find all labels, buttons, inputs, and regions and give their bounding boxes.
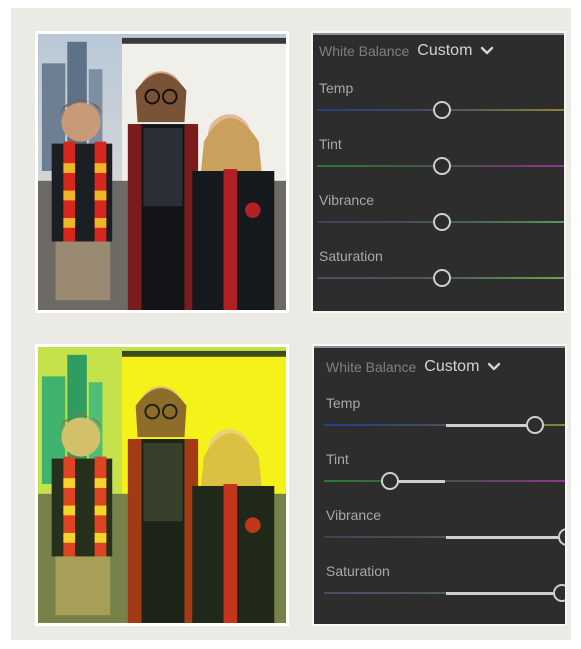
photo-original-image — [38, 34, 286, 310]
saturation-slider-fill — [445, 591, 563, 595]
saturation-slider[interactable] — [324, 584, 565, 602]
temp-slider[interactable] — [324, 416, 565, 434]
slider-label-saturation: Saturation — [326, 563, 390, 579]
photo-adjusted — [35, 344, 289, 626]
temp-slider[interactable] — [317, 101, 564, 119]
vibrance-slider-fill — [445, 535, 565, 539]
vibrance-slider-handle[interactable] — [558, 528, 565, 546]
tint-slider[interactable] — [324, 472, 565, 490]
slider-label-temp: Temp — [319, 80, 354, 96]
chevron-down-icon[interactable] — [480, 46, 494, 56]
white-balance-row[interactable]: White Balance Custom — [319, 42, 494, 60]
adjust-panel-after: White Balance Custom Temp Tint Vibrance … — [312, 344, 567, 626]
slider-label-vibrance: Vibrance — [319, 192, 375, 208]
comparison-canvas: White Balance Custom Temp Tint Vibrance … — [11, 8, 571, 640]
slider-label-tint: Tint — [319, 136, 342, 152]
slider-label-vibrance: Vibrance — [326, 507, 382, 523]
slider-label-temp: Temp — [326, 395, 361, 411]
tint-slider-handle[interactable] — [432, 157, 451, 175]
vibrance-slider[interactable] — [317, 213, 564, 231]
white-balance-label: White Balance — [326, 359, 417, 375]
chevron-down-icon[interactable] — [487, 362, 501, 372]
slider-label-tint: Tint — [326, 451, 349, 467]
photo-adjusted-image — [38, 347, 286, 623]
saturation-slider-handle[interactable] — [553, 584, 565, 602]
saturation-slider[interactable] — [317, 269, 564, 287]
white-balance-label: White Balance — [319, 43, 410, 59]
white-balance-dropdown[interactable]: Custom — [424, 358, 479, 376]
white-balance-dropdown[interactable]: Custom — [417, 42, 472, 60]
vibrance-slider-handle[interactable] — [432, 213, 451, 231]
slider-label-saturation: Saturation — [319, 248, 383, 264]
white-balance-row[interactable]: White Balance Custom — [326, 358, 501, 376]
tint-slider[interactable] — [317, 157, 564, 175]
vibrance-slider[interactable] — [324, 528, 565, 546]
saturation-slider-handle[interactable] — [432, 269, 451, 287]
adjust-panel-before: White Balance Custom Temp Tint Vibrance … — [311, 31, 566, 313]
photo-original — [35, 31, 289, 313]
tint-slider-handle[interactable] — [380, 472, 399, 490]
temp-slider-handle[interactable] — [432, 101, 451, 119]
temp-slider-handle[interactable] — [526, 416, 545, 434]
temp-slider-fill — [445, 423, 536, 427]
